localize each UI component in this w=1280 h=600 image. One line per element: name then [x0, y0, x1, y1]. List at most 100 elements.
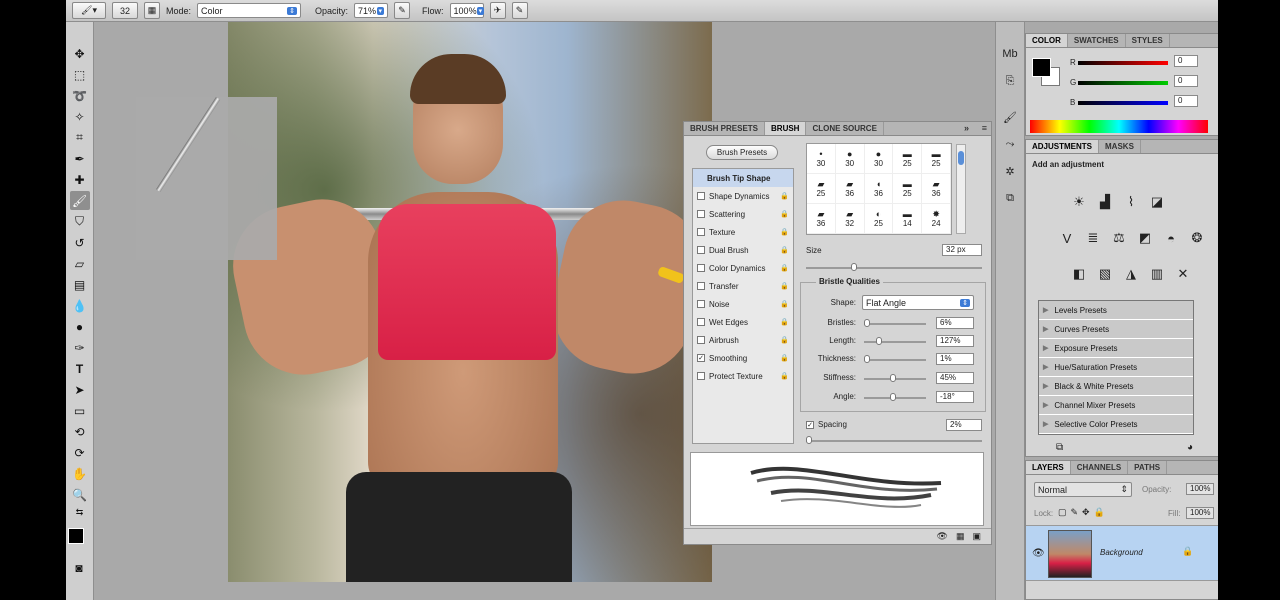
- option-checkbox[interactable]: [697, 318, 705, 326]
- tab-layers[interactable]: LAYERS: [1026, 461, 1071, 474]
- r-slider[interactable]: [1078, 61, 1168, 65]
- thickness-field[interactable]: 1%: [936, 353, 974, 365]
- pen-tool-icon[interactable]: ✑: [70, 338, 90, 357]
- lock-icon[interactable]: 🔒: [780, 354, 789, 362]
- curves-icon[interactable]: ⌇: [1120, 192, 1142, 212]
- brush-option-row[interactable]: Wet Edges 🔒: [693, 313, 793, 331]
- levels-icon[interactable]: ▟: [1094, 192, 1116, 212]
- adjustment-preset-item[interactable]: ▶ Curves Presets: [1039, 320, 1193, 339]
- move-tool-icon[interactable]: ✥: [70, 44, 90, 63]
- path-selection-tool-icon[interactable]: ➤: [70, 380, 90, 399]
- option-checkbox[interactable]: [697, 282, 705, 290]
- lock-icons[interactable]: ▢✎✥🔒: [1058, 507, 1109, 518]
- bristles-slider[interactable]: [864, 319, 926, 327]
- brush-option-row[interactable]: ✓ Smoothing 🔒: [693, 349, 793, 367]
- lock-icon[interactable]: 🔒: [780, 336, 789, 344]
- brush-tool-icon[interactable]: 🖌: [69, 191, 90, 210]
- flow-field[interactable]: 100% ▾: [449, 3, 485, 18]
- grid-toggle-icon[interactable]: ▦: [956, 531, 965, 542]
- adjustment-preset-item[interactable]: ▶ Hue/Saturation Presets: [1039, 358, 1193, 377]
- eraser-tool-icon[interactable]: ▱: [70, 254, 90, 273]
- swap-colors-icon[interactable]: ⇆: [70, 506, 90, 518]
- lock-icon[interactable]: 🔒: [780, 210, 789, 218]
- quick-selection-tool-icon[interactable]: ✧: [70, 107, 90, 126]
- angle-slider-knob[interactable]: [890, 393, 896, 401]
- history-brush-tool-icon[interactable]: ↺: [70, 233, 90, 252]
- selective-color-icon[interactable]: ✕: [1172, 264, 1194, 284]
- spacing-slider-knob[interactable]: [806, 436, 812, 444]
- toggle-live-tip-icon[interactable]: 👁: [937, 531, 948, 542]
- lock-icon[interactable]: 🔒: [780, 264, 789, 272]
- thickness-slider[interactable]: [864, 355, 926, 363]
- angle-slider[interactable]: [864, 393, 926, 401]
- gradient-map-icon[interactable]: ▥: [1146, 264, 1168, 284]
- brush-tip-cell[interactable]: ▬ 25: [893, 174, 923, 204]
- option-checkbox[interactable]: [697, 246, 705, 254]
- spacing-slider[interactable]: [806, 436, 982, 444]
- option-checkbox[interactable]: [697, 300, 705, 308]
- brush-tip-cell[interactable]: • 30: [807, 144, 836, 174]
- tab-channels[interactable]: CHANNELS: [1071, 461, 1129, 474]
- clone-stamp-tool-icon[interactable]: ⛉: [70, 212, 90, 231]
- shape-tool-icon[interactable]: ▭: [70, 401, 90, 420]
- brush-tip-cell[interactable]: ▰ 36: [835, 174, 865, 204]
- bristles-slider-knob[interactable]: [864, 319, 870, 327]
- tab-adjustments[interactable]: ADJUSTMENTS: [1026, 140, 1100, 153]
- expand-triangle-icon[interactable]: ▶: [1043, 420, 1048, 428]
- adjustment-preset-item[interactable]: ▶ Channel Mixer Presets: [1039, 396, 1193, 415]
- tip-grid-scrollbar[interactable]: [956, 144, 966, 234]
- option-checkbox[interactable]: [697, 210, 705, 218]
- brush-option-row[interactable]: Noise 🔒: [693, 295, 793, 313]
- type-tool-icon[interactable]: T: [70, 359, 90, 378]
- stiffness-field[interactable]: 45%: [936, 372, 974, 384]
- r-field[interactable]: 0: [1174, 55, 1198, 67]
- brush-option-row[interactable]: Transfer 🔒: [693, 277, 793, 295]
- brush-presets-icon[interactable]: ⤳: [999, 138, 1021, 156]
- foreground-color-chip[interactable]: [1032, 58, 1051, 77]
- crop-tool-icon[interactable]: ⌗: [70, 128, 90, 147]
- lock-icon[interactable]: 🔒: [780, 228, 789, 236]
- option-checkbox[interactable]: ✓: [697, 354, 705, 362]
- brush-option-row[interactable]: Texture 🔒: [693, 223, 793, 241]
- new-preset-icon[interactable]: ▣: [972, 531, 981, 542]
- brush-tip-cell[interactable]: ▬ 25: [922, 144, 951, 174]
- zoom-tool-icon[interactable]: 🔍: [70, 485, 90, 504]
- brush-size-picker[interactable]: 32: [112, 2, 138, 19]
- quick-mask-icon[interactable]: ◙: [69, 558, 89, 577]
- visibility-toggle-icon[interactable]: ◕: [1187, 442, 1193, 453]
- layer-name[interactable]: Background: [1100, 548, 1143, 557]
- stiffness-slider-knob[interactable]: [890, 374, 896, 382]
- opacity-field[interactable]: 71% ▾: [354, 3, 389, 18]
- color-balance-icon[interactable]: ⚖: [1108, 228, 1130, 248]
- healing-brush-tool-icon[interactable]: ✚: [70, 170, 90, 189]
- brush-tip-cell[interactable]: ▬ 25: [893, 144, 923, 174]
- option-checkbox[interactable]: [697, 336, 705, 344]
- brush-tip-cell[interactable]: ▰ 32: [835, 204, 865, 234]
- airbrush-button[interactable]: ✈: [489, 2, 506, 19]
- mode-select[interactable]: Color ⇕: [197, 3, 302, 18]
- pressure-opacity-button[interactable]: ✎: [394, 2, 411, 19]
- lock-icon[interactable]: 🔒: [780, 282, 789, 290]
- brush-tip-cell[interactable]: ◖ 36: [864, 174, 894, 204]
- 3d-rotate-tool-icon[interactable]: ⟲: [70, 422, 90, 441]
- lock-icon[interactable]: 🔒: [780, 318, 789, 326]
- color-spectrum-ramp[interactable]: [1030, 120, 1208, 133]
- lasso-tool-icon[interactable]: ➰: [70, 86, 90, 105]
- length-slider[interactable]: [864, 337, 926, 345]
- vibrance-icon[interactable]: V: [1056, 228, 1078, 248]
- photo-filter-icon[interactable]: ◓: [1160, 228, 1182, 248]
- adjustment-preset-item[interactable]: ▶ Levels Presets: [1039, 301, 1193, 320]
- lock-icon[interactable]: 🔒: [780, 300, 789, 308]
- blend-mode-select[interactable]: Normal ⇕: [1034, 482, 1132, 497]
- brush-tip-cell[interactable]: ◐ 25: [864, 204, 894, 234]
- g-slider[interactable]: [1078, 81, 1168, 85]
- collapse-panel-icon[interactable]: »: [964, 123, 969, 133]
- size-slider-knob[interactable]: [851, 263, 857, 271]
- expand-triangle-icon[interactable]: ▶: [1043, 401, 1048, 409]
- document-canvas[interactable]: [228, 22, 712, 582]
- brush-tool-preset-picker[interactable]: 🖌▾: [72, 2, 106, 19]
- spacing-checkbox[interactable]: ✓: [806, 421, 814, 429]
- expand-triangle-icon[interactable]: ▶: [1043, 382, 1048, 390]
- invert-icon[interactable]: ◧: [1068, 264, 1090, 284]
- mini-bridge-icon[interactable]: Mb: [999, 48, 1021, 66]
